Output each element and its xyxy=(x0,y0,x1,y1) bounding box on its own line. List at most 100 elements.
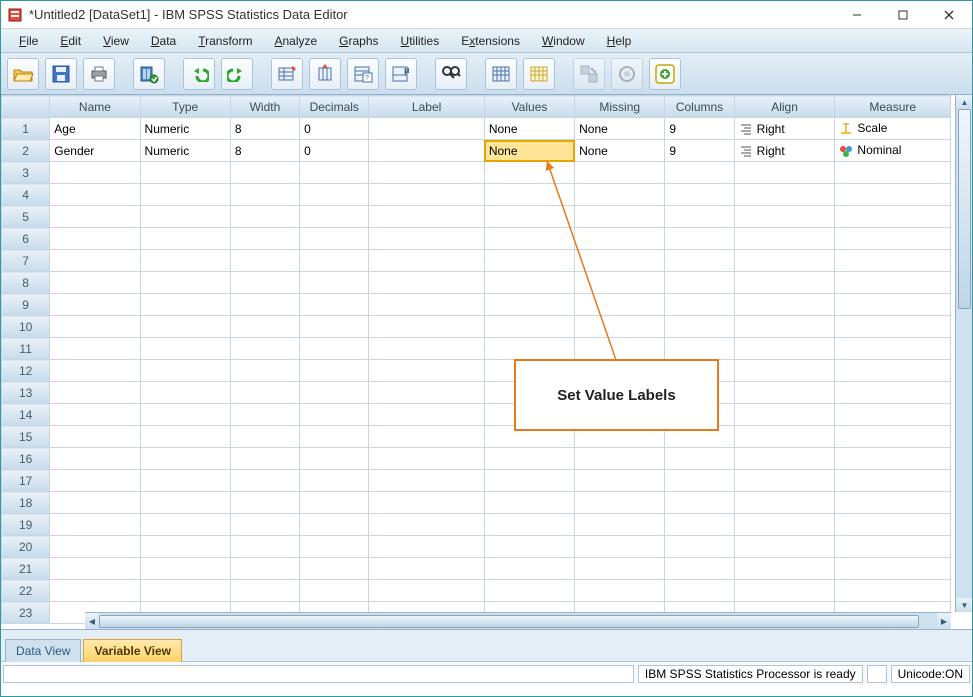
empty-cell[interactable] xyxy=(575,206,665,228)
row-header[interactable]: 1 xyxy=(2,118,50,140)
empty-cell[interactable] xyxy=(300,250,369,272)
table-row[interactable]: 17 xyxy=(2,470,951,492)
open-button[interactable] xyxy=(7,58,39,90)
table-row[interactable]: 21 xyxy=(2,558,951,580)
menu-window[interactable]: Window xyxy=(532,32,595,50)
row-header[interactable]: 9 xyxy=(2,294,50,316)
insert-cases-button[interactable] xyxy=(485,58,517,90)
empty-cell[interactable] xyxy=(575,448,665,470)
row-header[interactable]: 18 xyxy=(2,492,50,514)
table-row[interactable]: 20 xyxy=(2,536,951,558)
empty-cell[interactable] xyxy=(369,404,484,426)
empty-cell[interactable] xyxy=(50,492,140,514)
empty-cell[interactable] xyxy=(734,558,835,580)
print-button[interactable] xyxy=(83,58,115,90)
empty-cell[interactable] xyxy=(575,536,665,558)
empty-cell[interactable] xyxy=(230,492,299,514)
scroll-right-arrow[interactable]: ▶ xyxy=(937,613,951,629)
empty-cell[interactable] xyxy=(835,382,951,404)
goto-case-button[interactable] xyxy=(271,58,303,90)
cell-missing[interactable]: None xyxy=(575,140,665,162)
cell-missing[interactable]: None xyxy=(575,118,665,140)
empty-cell[interactable] xyxy=(300,448,369,470)
empty-cell[interactable] xyxy=(665,206,734,228)
empty-cell[interactable] xyxy=(50,228,140,250)
empty-cell[interactable] xyxy=(369,250,484,272)
empty-cell[interactable] xyxy=(300,426,369,448)
empty-cell[interactable] xyxy=(300,206,369,228)
table-row[interactable]: 7 xyxy=(2,250,951,272)
empty-cell[interactable] xyxy=(230,470,299,492)
empty-cell[interactable] xyxy=(140,338,230,360)
empty-cell[interactable] xyxy=(230,558,299,580)
empty-cell[interactable] xyxy=(369,184,484,206)
find-button[interactable] xyxy=(435,58,467,90)
empty-cell[interactable] xyxy=(484,514,574,536)
col-decimals[interactable]: Decimals xyxy=(300,96,369,118)
menu-graphs[interactable]: Graphs xyxy=(329,32,388,50)
empty-cell[interactable] xyxy=(300,338,369,360)
select-cases-button[interactable] xyxy=(649,58,681,90)
recall-dialog-button[interactable] xyxy=(133,58,165,90)
scroll-down-arrow[interactable]: ▼ xyxy=(956,598,972,612)
empty-cell[interactable] xyxy=(835,360,951,382)
empty-cell[interactable] xyxy=(575,338,665,360)
empty-cell[interactable] xyxy=(140,426,230,448)
empty-cell[interactable] xyxy=(835,580,951,602)
empty-cell[interactable] xyxy=(230,536,299,558)
empty-cell[interactable] xyxy=(575,228,665,250)
empty-cell[interactable] xyxy=(230,162,299,184)
cell-name[interactable]: Gender xyxy=(50,140,140,162)
empty-cell[interactable] xyxy=(50,382,140,404)
empty-cell[interactable] xyxy=(140,294,230,316)
empty-cell[interactable] xyxy=(835,294,951,316)
empty-cell[interactable] xyxy=(50,272,140,294)
table-row[interactable]: 11 xyxy=(2,338,951,360)
row-header[interactable]: 2 xyxy=(2,140,50,162)
empty-cell[interactable] xyxy=(484,316,574,338)
empty-cell[interactable] xyxy=(140,470,230,492)
row-header[interactable]: 17 xyxy=(2,470,50,492)
empty-cell[interactable] xyxy=(734,426,835,448)
scroll-left-arrow[interactable]: ◀ xyxy=(85,613,99,629)
empty-cell[interactable] xyxy=(50,360,140,382)
empty-cell[interactable] xyxy=(575,184,665,206)
empty-cell[interactable] xyxy=(665,250,734,272)
empty-cell[interactable] xyxy=(369,382,484,404)
cell-width[interactable]: 8 xyxy=(230,140,299,162)
empty-cell[interactable] xyxy=(665,272,734,294)
empty-cell[interactable] xyxy=(230,360,299,382)
empty-cell[interactable] xyxy=(575,492,665,514)
cell-measure[interactable]: Scale xyxy=(835,118,951,140)
cell-columns[interactable]: 9 xyxy=(665,140,734,162)
row-header[interactable]: 13 xyxy=(2,382,50,404)
empty-cell[interactable] xyxy=(230,580,299,602)
empty-cell[interactable] xyxy=(300,162,369,184)
table-row[interactable]: 5 xyxy=(2,206,951,228)
empty-cell[interactable] xyxy=(734,250,835,272)
empty-cell[interactable] xyxy=(140,580,230,602)
empty-cell[interactable] xyxy=(665,492,734,514)
cell-values[interactable]: None xyxy=(484,118,574,140)
empty-cell[interactable] xyxy=(665,558,734,580)
col-name[interactable]: Name xyxy=(50,96,140,118)
empty-cell[interactable] xyxy=(50,184,140,206)
empty-cell[interactable] xyxy=(484,294,574,316)
empty-cell[interactable] xyxy=(575,162,665,184)
empty-cell[interactable] xyxy=(300,316,369,338)
empty-cell[interactable] xyxy=(369,558,484,580)
table-row[interactable]: 22 xyxy=(2,580,951,602)
row-header[interactable]: 20 xyxy=(2,536,50,558)
table-row[interactable]: 4 xyxy=(2,184,951,206)
empty-cell[interactable] xyxy=(230,404,299,426)
menu-transform[interactable]: Transform xyxy=(188,32,262,50)
empty-cell[interactable] xyxy=(484,250,574,272)
empty-cell[interactable] xyxy=(300,228,369,250)
empty-cell[interactable] xyxy=(230,206,299,228)
empty-cell[interactable] xyxy=(50,294,140,316)
cell-width[interactable]: 8 xyxy=(230,118,299,140)
empty-cell[interactable] xyxy=(665,470,734,492)
tab-variable-view[interactable]: Variable View xyxy=(83,639,182,662)
empty-cell[interactable] xyxy=(140,404,230,426)
scroll-up-arrow[interactable]: ▲ xyxy=(956,95,972,109)
